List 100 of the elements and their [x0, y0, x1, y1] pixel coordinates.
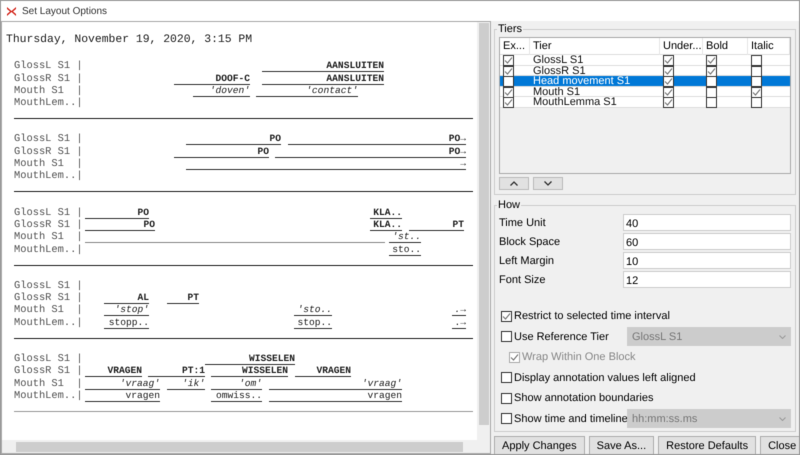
- scroll-thumb[interactable]: [16, 442, 463, 452]
- annotation: PT: [167, 292, 199, 304]
- annotation: PO: [85, 206, 149, 219]
- annotation: vragen: [269, 390, 402, 402]
- tier-label: Mouth S1 |: [14, 158, 84, 170]
- italic-checkbox[interactable]: [751, 76, 762, 87]
- annotation: WISSELEN: [205, 353, 295, 366]
- tier-label: GlossR S1 |: [14, 146, 84, 158]
- annotation: KLA..: [370, 218, 402, 231]
- export-checkbox[interactable]: [503, 55, 514, 66]
- annotation: PO→: [275, 146, 466, 158]
- dialog-button[interactable]: Apply Changes: [494, 436, 585, 454]
- input-field[interactable]: 40: [623, 214, 791, 231]
- option-checkbox[interactable]: [501, 310, 512, 322]
- option-label: Restrict to selected time interval: [514, 310, 670, 322]
- option-label: Wrap Within One Block: [522, 351, 636, 364]
- tier-label: Mouth S1 |: [14, 84, 84, 97]
- field-label: Font Size: [499, 274, 546, 286]
- group-title: Tiers: [497, 23, 524, 35]
- annotation: AANSLUITEN: [262, 72, 384, 85]
- annotation: PO: [174, 146, 269, 158]
- export-checkbox[interactable]: [503, 76, 514, 87]
- dialog-button[interactable]: Restore Defaults: [658, 436, 756, 454]
- annotation: AL: [104, 292, 149, 304]
- chevron-down-icon: [779, 334, 786, 339]
- tier-label: MouthLem..|: [14, 97, 84, 110]
- tier-label: MouthLem..|: [14, 316, 84, 329]
- chevron-down-icon: [779, 416, 786, 421]
- bold-checkbox[interactable]: [706, 97, 717, 108]
- annotation: stopp..: [104, 316, 149, 329]
- tier-label: Mouth S1 |: [14, 231, 84, 244]
- annotation: AANSLUITEN: [262, 60, 384, 72]
- tier-label: GlossR S1 |: [14, 292, 84, 304]
- italic-checkbox[interactable]: [751, 55, 762, 66]
- tier-row[interactable]: MouthLemma S1: [500, 97, 790, 108]
- annotation: 'vraag': [85, 378, 160, 390]
- tier-name: Mouth S1: [532, 86, 580, 98]
- annotation: .→: [452, 316, 466, 329]
- italic-checkbox[interactable]: [751, 86, 762, 98]
- underline-checkbox[interactable]: [663, 55, 674, 66]
- annotation: KLA..: [370, 206, 402, 219]
- export-checkbox[interactable]: [503, 97, 514, 108]
- tier-label: Mouth S1 |: [14, 378, 84, 390]
- tier-label: GlossL S1 |: [14, 353, 84, 366]
- export-checkbox[interactable]: [503, 86, 514, 98]
- bold-checkbox[interactable]: [706, 76, 717, 87]
- tier-label: MouthLem..|: [14, 390, 84, 402]
- underline-checkbox[interactable]: [663, 76, 674, 87]
- annotation: 'doven': [193, 84, 250, 97]
- preview-date: Thursday, November 19, 2020, 3:15 PM: [6, 34, 254, 46]
- group-title: How: [497, 199, 522, 211]
- annotation: stop..: [294, 316, 332, 329]
- window-title: Set Layout Options: [22, 6, 108, 16]
- annotation: .→: [452, 304, 466, 316]
- bold-checkbox[interactable]: [706, 86, 717, 98]
- option-checkbox[interactable]: [501, 331, 512, 342]
- annotation: sto..: [389, 244, 421, 256]
- underline-checkbox[interactable]: [663, 86, 674, 98]
- tier-label: GlossR S1 |: [14, 365, 84, 378]
- field-label: Left Margin: [499, 254, 556, 266]
- input-field[interactable]: 12: [623, 271, 791, 288]
- chevron-up-icon: [510, 181, 518, 186]
- italic-checkbox[interactable]: [751, 66, 762, 76]
- tier-label: GlossL S1 |: [14, 133, 84, 146]
- bold-checkbox[interactable]: [706, 55, 717, 66]
- annotation: VRAGEN: [85, 365, 142, 378]
- annotation: 'sto..: [294, 304, 332, 316]
- option-checkbox[interactable]: [501, 413, 512, 424]
- move-down-button[interactable]: [533, 177, 563, 190]
- tier-name: MouthLemma S1: [532, 97, 618, 108]
- tier-label: GlossL S1 |: [14, 206, 84, 219]
- tier-label: Mouth S1 |: [14, 304, 84, 316]
- tier-row[interactable]: GlossR S1: [500, 66, 790, 76]
- tier-row[interactable]: GlossL S1: [500, 55, 790, 66]
- annotation: 'vraag': [269, 378, 402, 390]
- tier-label: MouthLem..|: [14, 170, 84, 182]
- tier-name: GlossL S1: [532, 55, 584, 66]
- input-field[interactable]: 60: [623, 233, 791, 250]
- italic-checkbox[interactable]: [751, 97, 762, 108]
- tier-label: MouthLem..|: [14, 244, 84, 256]
- move-up-button[interactable]: [499, 177, 529, 190]
- underline-checkbox[interactable]: [663, 66, 674, 76]
- annotation: 'contact': [256, 84, 358, 97]
- export-checkbox[interactable]: [503, 66, 514, 76]
- app-icon: [6, 6, 17, 16]
- option-checkbox[interactable]: [501, 392, 512, 404]
- tier-label: GlossL S1 |: [14, 60, 84, 72]
- option-label: Show time and timeline: [514, 412, 628, 425]
- tier-row[interactable]: Head movement S1: [500, 76, 790, 86]
- dialog-button[interactable]: Save As...: [588, 436, 654, 454]
- input-field[interactable]: 10: [623, 252, 791, 269]
- bold-checkbox[interactable]: [706, 66, 717, 76]
- underline-checkbox[interactable]: [663, 97, 674, 108]
- tier-row[interactable]: Mouth S1: [500, 86, 790, 97]
- annotation: PT:1: [148, 365, 205, 378]
- scroll-thumb[interactable]: [478, 23, 488, 425]
- annotation: WISSELEN: [211, 365, 288, 378]
- dialog-button[interactable]: Close: [760, 436, 799, 454]
- option-checkbox[interactable]: [501, 372, 512, 384]
- tier-name: Head movement S1: [532, 76, 632, 87]
